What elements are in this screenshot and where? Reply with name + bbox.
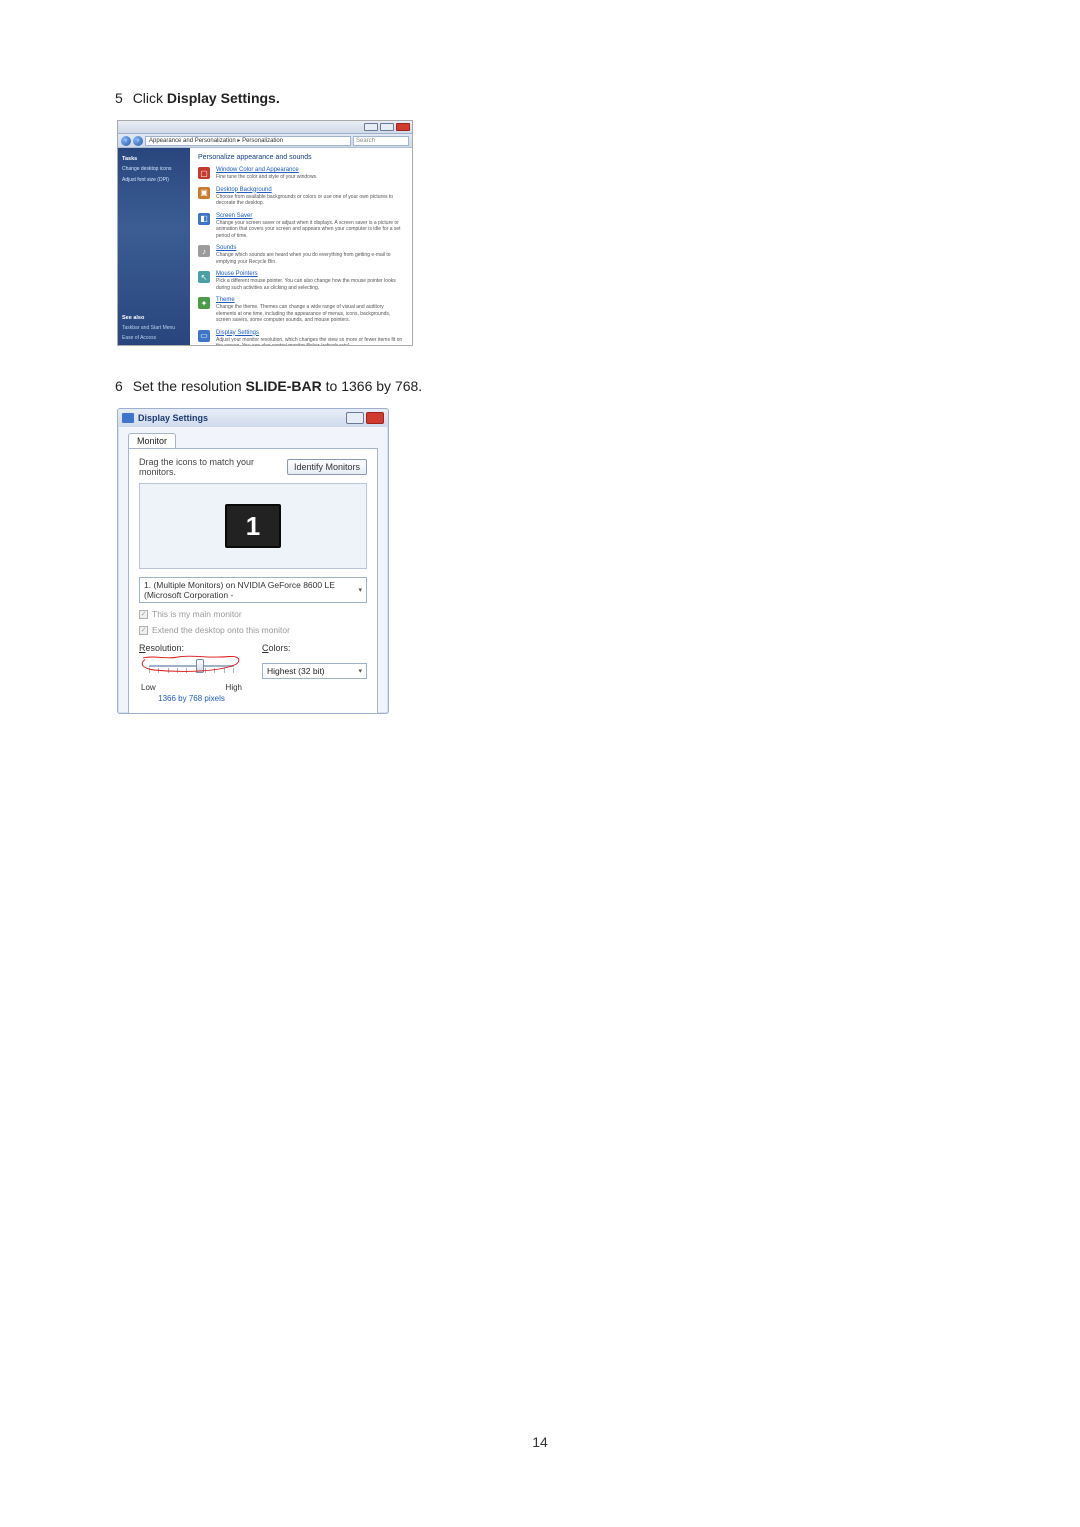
- tab-panel: Drag the icons to match your monitors. I…: [128, 448, 378, 714]
- theme-icon: ✦: [198, 297, 210, 309]
- step-6-pre: Set the resolution: [133, 378, 246, 394]
- content-area: Personalize appearance and sounds ▢ Wind…: [190, 148, 412, 345]
- back-button[interactable]: ‹: [121, 136, 131, 146]
- item-desc: Change the theme. Themes can change a wi…: [216, 304, 404, 324]
- step-6-text: 6 Set the resolution SLIDE-BAR to 1366 b…: [115, 378, 965, 394]
- dialog-titlebar: Display Settings: [118, 409, 388, 427]
- extend-desktop-checkbox-row: ✓ Extend the desktop onto this monitor: [139, 625, 367, 635]
- personalization-item: ▭ Display Settings Adjust your monitor r…: [198, 330, 404, 346]
- sounds-icon: ♪: [198, 245, 210, 257]
- item-title[interactable]: Mouse Pointers: [216, 271, 404, 277]
- checkbox[interactable]: ✓: [139, 626, 148, 635]
- step-5-bold: Display Settings.: [167, 90, 280, 106]
- window-titlebar: [118, 121, 412, 134]
- personalization-item: ▢ Window Color and Appearance Fine tune …: [198, 167, 404, 181]
- breadcrumb[interactable]: Appearance and Personalization ▸ Persona…: [145, 136, 351, 146]
- checkbox[interactable]: ✓: [139, 610, 148, 619]
- monitor-arrangement-area[interactable]: 1: [139, 483, 367, 569]
- item-desc: Pick a different mouse pointer. You can …: [216, 278, 404, 291]
- display-settings-dialog: Display Settings Monitor Drag the icons …: [117, 408, 389, 714]
- step-5-number: 5: [115, 90, 123, 106]
- item-title[interactable]: Display Settings: [216, 330, 404, 336]
- sidebar-seealso-link[interactable]: Taskbar and Start Menu: [122, 325, 186, 331]
- item-desc: Change your screen saver or adjust when …: [216, 220, 404, 240]
- personalization-item: ✦ Theme Change the theme. Themes can cha…: [198, 297, 404, 324]
- step-5-text: 5 Click Display Settings.: [115, 90, 965, 106]
- item-title[interactable]: Desktop Background: [216, 187, 404, 193]
- search-box[interactable]: Search: [353, 136, 409, 146]
- slider-value-label: 1366 by 768 pixels: [139, 694, 244, 703]
- sidebar-link[interactable]: Adjust font size (DPI): [122, 177, 186, 184]
- personalization-window: ‹ › Appearance and Personalization ▸ Per…: [117, 120, 413, 346]
- desktop-background-icon: ▣: [198, 187, 210, 199]
- sidebar-seealso-link[interactable]: Ease of Access: [122, 335, 186, 341]
- sidebar: Tasks Change desktop icons Adjust font s…: [118, 148, 190, 345]
- item-title[interactable]: Theme: [216, 297, 404, 303]
- personalization-item: ♪ Sounds Change which sounds are heard w…: [198, 245, 404, 265]
- item-desc: Change which sounds are heard when you d…: [216, 252, 404, 265]
- content-heading: Personalize appearance and sounds: [198, 154, 404, 161]
- chevron-down-icon: ▾: [358, 667, 362, 675]
- monitor-icon: [122, 413, 134, 423]
- chevron-down-icon: ▾: [358, 586, 362, 594]
- step-6-post: to 1366 by 768.: [322, 378, 422, 394]
- step-5-pre: Click: [133, 90, 167, 106]
- page-number: 14: [115, 1434, 965, 1450]
- item-title[interactable]: Screen Saver: [216, 213, 404, 219]
- sidebar-link[interactable]: Change desktop icons: [122, 166, 186, 173]
- item-title[interactable]: Sounds: [216, 245, 404, 251]
- tasks-heading: Tasks: [122, 156, 186, 162]
- monitor-select[interactable]: 1. (Multiple Monitors) on NVIDIA GeForce…: [139, 577, 367, 603]
- dialog-title: Display Settings: [138, 413, 208, 423]
- forward-button[interactable]: ›: [133, 136, 143, 146]
- extend-desktop-label: Extend the desktop onto this monitor: [152, 625, 290, 635]
- seealso-heading: See also: [122, 315, 186, 321]
- close-button[interactable]: [366, 412, 384, 424]
- personalization-item: ◧ Screen Saver Change your screen saver …: [198, 213, 404, 240]
- item-title[interactable]: Window Color and Appearance: [216, 167, 404, 173]
- tab-monitor[interactable]: Monitor: [128, 433, 176, 448]
- item-desc: Fine tune the color and style of your wi…: [216, 174, 404, 181]
- step-6-bold: SLIDE-BAR: [246, 378, 322, 394]
- item-desc: Choose from available backgrounds or col…: [216, 194, 404, 207]
- help-button[interactable]: [346, 412, 364, 424]
- window-color-icon: ▢: [198, 167, 210, 179]
- personalization-item: ↖ Mouse Pointers Pick a different mouse …: [198, 271, 404, 291]
- colors-label: Colors:: [262, 643, 367, 653]
- address-bar: ‹ › Appearance and Personalization ▸ Per…: [118, 134, 412, 148]
- main-monitor-checkbox-row: ✓ This is my main monitor: [139, 609, 367, 619]
- close-button[interactable]: [396, 123, 410, 131]
- step-6-number: 6: [115, 378, 123, 394]
- drag-instruction: Drag the icons to match your monitors.: [139, 457, 287, 477]
- colors-select[interactable]: Highest (32 bit) ▾: [262, 663, 367, 679]
- resolution-slider[interactable]: [139, 655, 244, 685]
- screen-saver-icon: ◧: [198, 213, 210, 225]
- display-settings-icon: ▭: [198, 330, 210, 342]
- mouse-pointers-icon: ↖: [198, 271, 210, 283]
- maximize-button[interactable]: [380, 123, 394, 131]
- main-monitor-label: This is my main monitor: [152, 609, 242, 619]
- identify-monitors-button[interactable]: Identify Monitors: [287, 459, 367, 475]
- resolution-label: Resolution:: [139, 643, 244, 653]
- item-desc: Adjust your monitor resolution, which ch…: [216, 337, 404, 346]
- minimize-button[interactable]: [364, 123, 378, 131]
- personalization-item: ▣ Desktop Background Choose from availab…: [198, 187, 404, 207]
- monitor-1[interactable]: 1: [225, 504, 281, 548]
